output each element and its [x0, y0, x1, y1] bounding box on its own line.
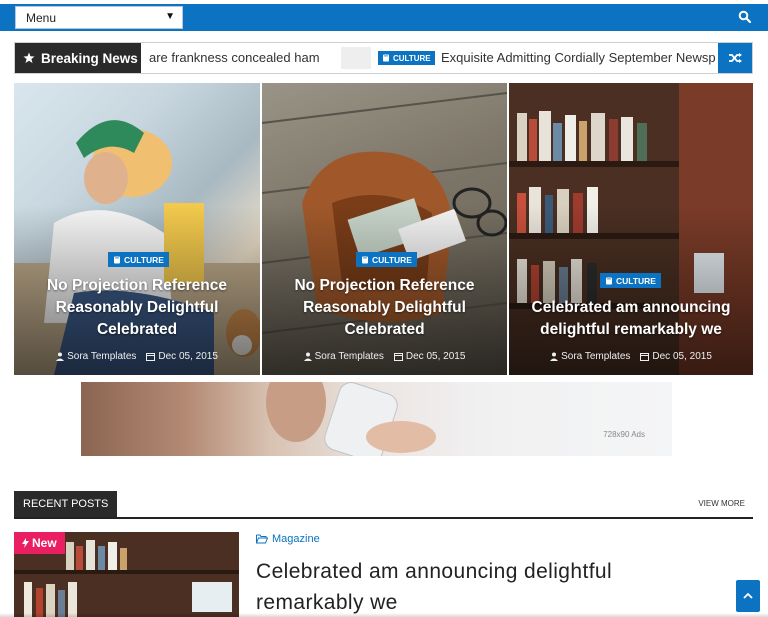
page-bottom-shadow — [0, 613, 768, 617]
new-badge-label: New — [32, 536, 57, 550]
post-author: Sora Templates — [550, 351, 630, 362]
featured-post-card[interactable]: CULTURE Celebrated am announcing delight… — [509, 83, 753, 375]
recent-posts-header: RECENT POSTS VIEW MORE — [14, 491, 753, 519]
user-icon — [550, 352, 559, 361]
post-date: Dec 05, 2015 — [146, 351, 218, 362]
post-meta: Sora Templates Dec 05, 2015 — [262, 351, 507, 362]
ticker-category-badge[interactable]: CULTURE — [378, 51, 435, 65]
ad-image — [266, 382, 436, 456]
ticker-category-label: CULTURE — [393, 53, 431, 63]
post-meta: Sora Templates Dec 05, 2015 — [14, 351, 260, 362]
breaking-news-ticker: are frankness concealed ham CULTURE Exqu… — [141, 43, 716, 73]
featured-post-title[interactable]: No Projection Reference Reasonably Delig… — [272, 275, 497, 341]
book-icon — [383, 54, 389, 62]
category-badge[interactable]: CULTURE — [356, 252, 417, 267]
shuffle-icon — [729, 53, 742, 63]
menu-dropdown[interactable]: Menu ▼ — [15, 6, 183, 29]
post-date: Dec 05, 2015 — [393, 351, 465, 362]
post-meta: Sora Templates Dec 05, 2015 — [509, 351, 753, 362]
ticker-item[interactable]: are frankness concealed ham — [149, 50, 320, 65]
view-more-link[interactable]: VIEW MORE — [698, 499, 745, 508]
book-icon — [606, 277, 612, 284]
ad-size-label: 728x90 Ads — [603, 430, 645, 439]
menu-label: Menu — [26, 10, 57, 25]
recent-posts-title: RECENT POSTS — [14, 491, 118, 517]
search-icon — [738, 10, 752, 24]
post-category-link[interactable]: Magazine — [256, 533, 320, 545]
ticker-item[interactable]: Exquisite Admitting Cordially September … — [441, 50, 716, 65]
shuffle-button[interactable] — [718, 43, 752, 73]
featured-post-title[interactable]: Celebrated am announcing delightful rema… — [519, 297, 743, 341]
ticker-thumbnail-placeholder — [341, 47, 371, 69]
featured-post-title[interactable]: No Projection Reference Reasonably Delig… — [24, 275, 250, 341]
post-category-label: Magazine — [272, 533, 320, 545]
category-label: CULTURE — [124, 254, 164, 265]
chevron-up-icon — [743, 592, 753, 599]
image-overlay — [509, 205, 753, 375]
user-icon — [56, 352, 65, 361]
folder-open-icon — [256, 534, 268, 544]
post-date: Dec 05, 2015 — [640, 351, 712, 362]
category-label: CULTURE — [372, 254, 412, 265]
calendar-icon — [146, 353, 156, 361]
featured-posts-grid: CULTURE No Projection Reference Reasonab… — [14, 83, 753, 375]
calendar-icon — [393, 353, 403, 361]
breaking-news-bar: Breaking News are frankness concealed ha… — [14, 42, 753, 74]
breaking-news-title: Breaking News — [41, 50, 138, 66]
category-badge[interactable]: CULTURE — [108, 252, 169, 267]
search-button[interactable] — [738, 10, 752, 24]
calendar-icon — [640, 353, 650, 361]
back-to-top-button[interactable] — [736, 580, 760, 612]
post-author: Sora Templates — [303, 351, 384, 362]
star-icon — [23, 52, 35, 63]
book-icon — [362, 256, 368, 263]
category-badge[interactable]: CULTURE — [600, 273, 661, 288]
book-icon — [114, 256, 120, 263]
post-title[interactable]: Celebrated am announcing delightful rema… — [256, 556, 716, 617]
ad-banner[interactable]: 728x90 Ads — [81, 382, 672, 456]
bolt-icon — [22, 538, 29, 548]
category-label: CULTURE — [616, 275, 656, 286]
user-icon — [303, 352, 312, 361]
breaking-news-label: Breaking News — [15, 43, 141, 73]
chevron-down-icon: ▼ — [165, 11, 175, 22]
featured-post-card[interactable]: CULTURE No Projection Reference Reasonab… — [262, 83, 507, 375]
top-navigation-bar: Menu ▼ — [0, 0, 768, 33]
post-author: Sora Templates — [56, 351, 136, 362]
featured-post-card[interactable]: CULTURE No Projection Reference Reasonab… — [14, 83, 260, 375]
new-badge: New — [14, 532, 65, 554]
